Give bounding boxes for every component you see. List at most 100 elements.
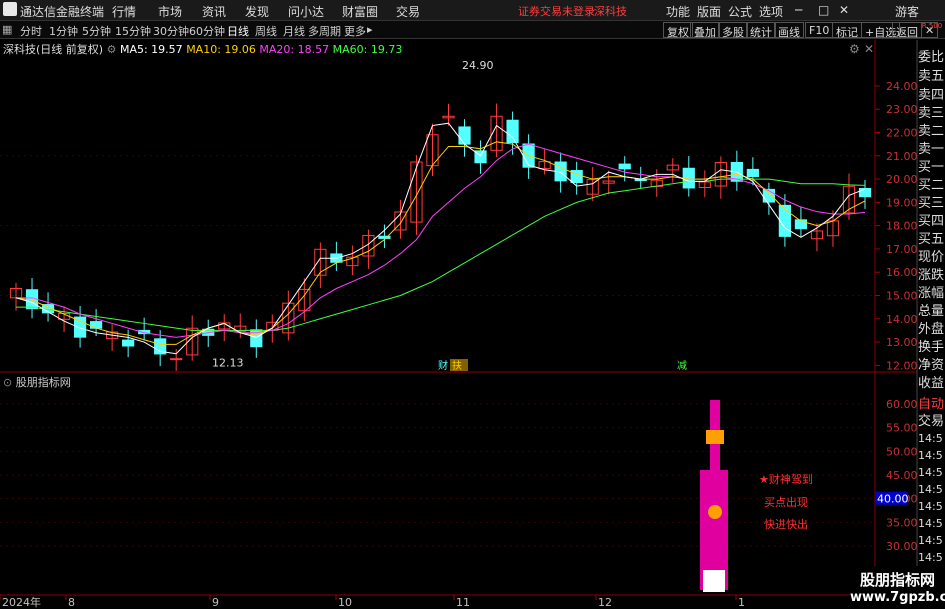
rp-waipan[interactable]: 外盘 [918,318,945,337]
price-tick-label: 20.00 [886,173,918,186]
x-axis-label: 9 [212,596,219,609]
app-logo-icon [3,2,17,16]
menu-xuanxiang[interactable]: 选项 [759,3,783,20]
rp-buy2[interactable]: 买二 [918,174,945,193]
rp-time: 14:5 [918,449,945,462]
menu-faxian[interactable]: 发现 [245,3,269,20]
tool-diejia[interactable]: 叠加 [690,22,720,39]
tool-f10[interactable]: F10 [805,22,834,38]
candle-body [89,321,103,329]
rp-jingzi[interactable]: 净资 [918,354,945,373]
rp-jiaoyi[interactable]: 交易 [918,410,945,429]
period-15min[interactable]: 15分钟 [115,23,151,39]
rp-time: 14:5 [918,483,945,496]
stock-title: 深科技(日线 前复权) [3,43,104,56]
rp-time: 14:5 [918,466,945,479]
x-axis-label: 1 [738,596,745,609]
sub-current-value: 40.00 [877,493,909,506]
period-daily[interactable]: 日线 [227,23,249,39]
rp-sell3[interactable]: 卖三 [918,102,945,121]
rp-weibi[interactable]: 委比 [918,46,945,65]
collapse-icon[interactable]: ⊙ [3,376,12,389]
rp-time: 14:5 [918,517,945,530]
menu-shichang[interactable]: 市场 [158,3,182,20]
maximize-button[interactable]: □ [818,3,829,17]
close-button[interactable]: ✕ [839,3,849,17]
marker-fu: 扶 [452,359,462,372]
ma60-label: MA60: 19.73 [332,43,403,56]
price-tick-label: 22.00 [886,127,918,140]
signal-caishen: ★财神驾到 [759,473,813,486]
tool-duogu[interactable]: 多股 [718,22,748,39]
more-arrow-icon[interactable]: ▸ [367,23,373,36]
rp-buy4[interactable]: 买四 [918,210,945,229]
marker-jian: 减 [677,360,687,372]
watermark-line2: www.7gpzb.com [850,590,945,605]
ma5-label: MA5: 19.57 [119,43,183,56]
rp-time: 14:5 [918,432,945,445]
menu-caifuquan[interactable]: 财富圈 [342,3,378,20]
rp-zhangfu[interactable]: 涨幅 [918,282,945,301]
candle-body [746,168,759,177]
grid-icon[interactable]: ▦ [2,23,12,36]
rp-sell2[interactable]: 卖二 [918,120,945,139]
period-1min[interactable]: 1分钟 [49,23,78,39]
sub-indicator-title: ⊙ 股朋指标网 [3,374,71,390]
login-alert[interactable]: 证券交易未登录 [518,3,595,19]
sub-tick-label: 30.00 [886,540,918,553]
sub-title-text: 股朋指标网 [15,376,71,389]
x-axis-label: 11 [456,596,470,609]
settings-gear-icon[interactable]: ⚙ [107,43,117,56]
rp-time: 14:5 [918,551,945,564]
rp-buy5[interactable]: 买五 [918,228,945,247]
tool-fuquan[interactable]: 复权 [663,22,693,39]
sub-tick-label: 45.00 [886,469,918,482]
period-monthly[interactable]: 月线 [283,23,305,39]
menu-gongneng[interactable]: 功能 [666,3,690,20]
period-multi[interactable]: 多周期 [308,23,341,39]
high-price-label: 24.90 [462,59,494,72]
ma60-line [16,178,866,331]
ma10-label: MA10: 19.06 [186,43,256,56]
rp-buy1[interactable]: 买一 [918,156,945,175]
rp-time: 14:5 [918,500,945,513]
ma5-line [15,122,866,355]
menu-zixun[interactable]: 资讯 [202,3,226,20]
rp-zhangdie[interactable]: 涨跌 [918,264,945,283]
menu-jiaoyi[interactable]: 交易 [396,3,420,20]
rp-buy3[interactable]: 买三 [918,192,945,211]
menu-banmian[interactable]: 版面 [697,3,721,20]
period-more[interactable]: 更多 [344,23,366,39]
price-tick-label: 15.00 [886,289,918,302]
chart-settings-icon[interactable]: ⚙ [849,42,860,56]
stock-short-name: 深科技 [594,5,627,18]
rp-sell4[interactable]: 卖四 [918,84,945,103]
rp-zongliang[interactable]: 总量 [918,300,945,319]
tool-fanhui[interactable]: 返回 [892,22,922,39]
user-label[interactable]: 游客 [895,3,919,20]
tool-biaoji[interactable]: 标记 [832,22,862,39]
price-tick-label: 12.00 [886,359,918,372]
chart-close-icon[interactable]: ✕ [864,42,874,56]
minimize-button[interactable]: ─ [795,3,802,17]
period-5min[interactable]: 5分钟 [82,23,111,39]
menu-wenxiaoda[interactable]: 问小达 [288,3,324,20]
period-fenshi[interactable]: 分时 [20,23,42,39]
tool-tongji[interactable]: 统计 [746,22,776,39]
price-tick-label: 19.00 [886,196,918,209]
rp-huanshou[interactable]: 换手 [918,336,945,355]
rp-sell1[interactable]: 卖一 [918,138,945,157]
rp-xianjia[interactable]: 现价 [918,246,945,265]
rp-sell5[interactable]: 卖五 [918,65,945,84]
tool-huaxian[interactable]: 画线 [774,22,804,39]
period-30min[interactable]: 30分钟 [153,23,189,39]
x-axis-label: 2024年 [2,595,41,609]
sub-tick-label: 35.00 [886,516,918,529]
price-tick-label: 17.00 [886,243,918,256]
price-tick-label: 13.00 [886,336,918,349]
rp-shouyi[interactable]: 收益 [918,372,945,391]
period-weekly[interactable]: 周线 [255,23,277,39]
menu-gongshi[interactable]: 公式 [728,3,752,20]
period-60min[interactable]: 60分钟 [189,23,225,39]
menu-hangqing[interactable]: 行情 [112,3,136,20]
